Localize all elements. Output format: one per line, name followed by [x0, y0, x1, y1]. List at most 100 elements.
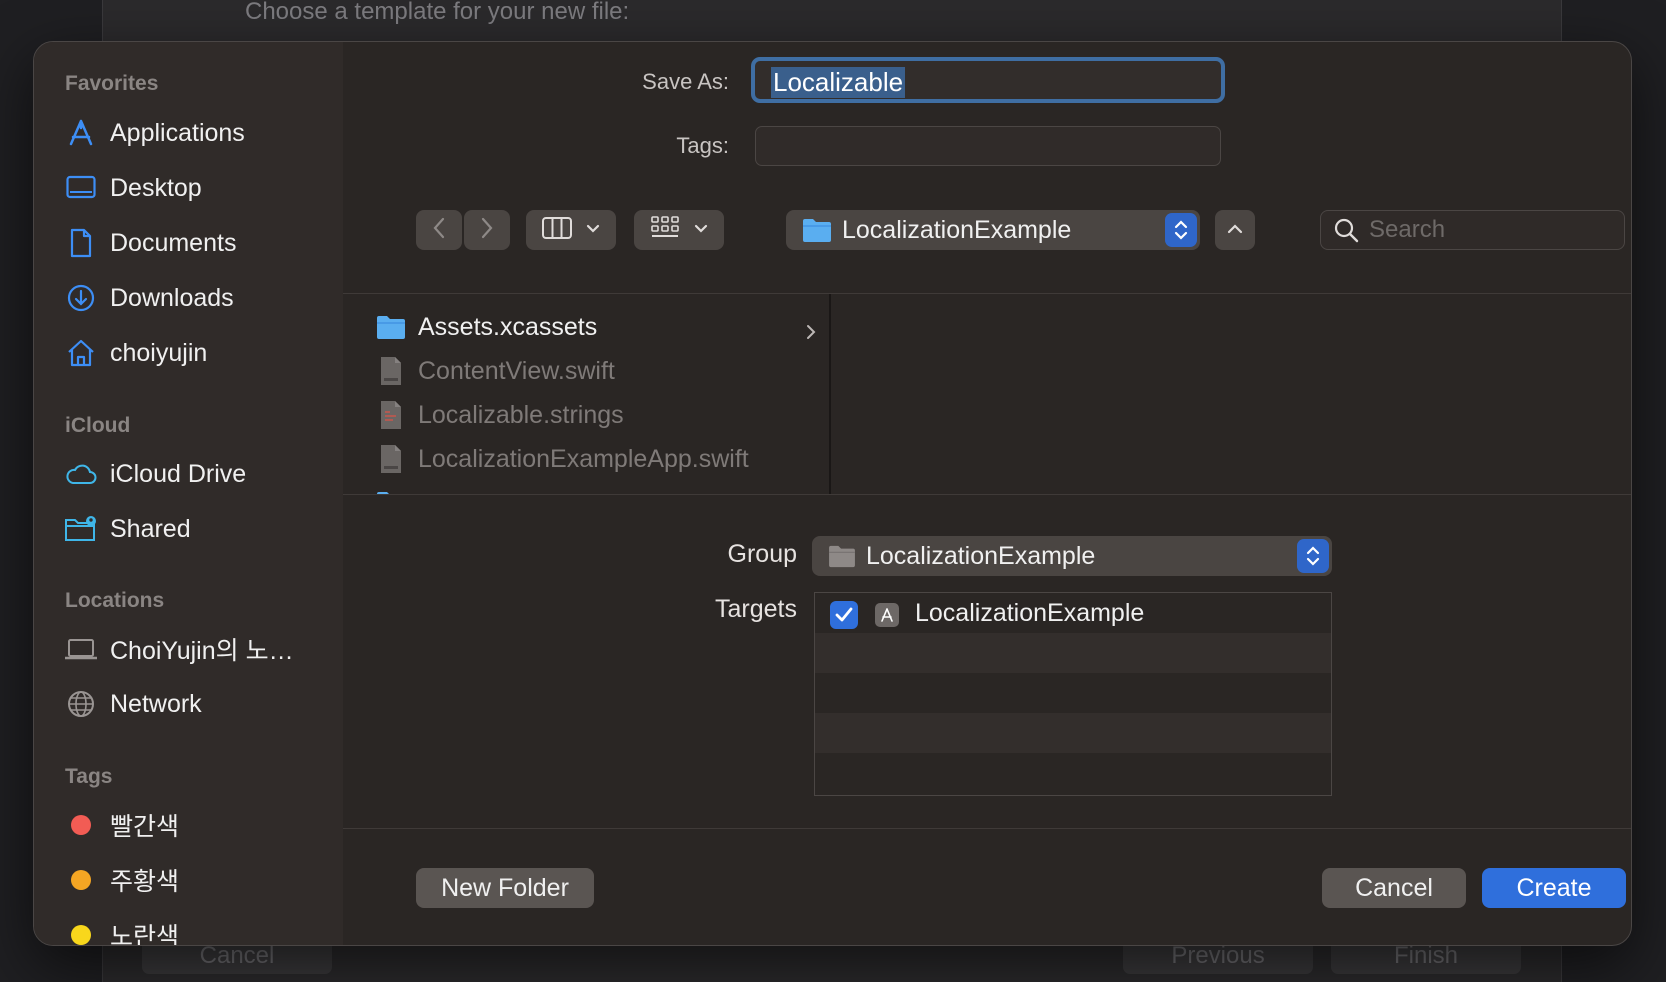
file-name: Assets.xcassets	[418, 312, 598, 341]
path-popup[interactable]: LocalizationExample	[786, 210, 1200, 250]
file-row-assets[interactable]: Assets.xcassets	[376, 307, 816, 347]
sidebar-item-label: Shared	[110, 514, 191, 543]
main-panel: Save As: Localizable Tags: LocalizationE…	[343, 42, 1631, 945]
globe-icon	[64, 687, 98, 721]
sidebar-item-documents[interactable]: Documents	[64, 223, 236, 263]
sidebar-item-network[interactable]: Network	[64, 684, 202, 724]
download-icon	[64, 281, 98, 315]
popup-stepper-icon	[1297, 539, 1329, 573]
sidebar-item-shared[interactable]: Shared	[64, 509, 191, 549]
template-chooser-title: Choose a template for your new file:	[245, 0, 630, 25]
sidebar-item-tag-yellow[interactable]: 노란색	[64, 915, 180, 946]
save-dialog: Favorites Applications Desktop Documents…	[33, 41, 1632, 946]
search-icon	[1333, 217, 1359, 243]
icloud-header: iCloud	[65, 414, 131, 437]
file-row-contentview[interactable]: ContentView.swift	[376, 351, 615, 391]
targets-list: LocalizationExample	[814, 592, 1332, 796]
sidebar-item-downloads[interactable]: Downloads	[64, 278, 234, 318]
sidebar-item-label: choiyujin	[110, 338, 208, 367]
browser-column: Assets.xcassets ContentView.swift Locali…	[343, 294, 831, 494]
swift-file-icon	[376, 355, 406, 387]
search-field[interactable]	[1320, 210, 1625, 250]
favorites-header: Favorites	[65, 72, 159, 95]
sidebar-item-label: iCloud Drive	[110, 459, 247, 488]
folder-icon	[376, 311, 406, 343]
forward-button[interactable]	[464, 210, 510, 250]
file-row-app-swift[interactable]: LocalizationExampleApp.swift	[376, 439, 749, 479]
yellow-tag-icon	[71, 925, 91, 945]
sidebar-item-label: ChoiYujin의 노…	[110, 637, 294, 665]
sidebar-item-home[interactable]: choiyujin	[64, 333, 207, 373]
file-row-partial	[376, 483, 418, 494]
create-button[interactable]: Create	[1482, 868, 1626, 908]
group-by-button[interactable]	[634, 210, 724, 250]
file-row-localizable-strings[interactable]: Localizable.strings	[376, 395, 624, 435]
sidebar-item-label: Desktop	[110, 173, 202, 202]
group-label: Group	[727, 540, 797, 568]
popup-stepper-icon	[1165, 213, 1197, 247]
sidebar-item-label: 노란색	[110, 923, 180, 946]
strings-file-icon	[376, 399, 406, 431]
disclosure-chevron-icon	[806, 318, 816, 347]
target-row-empty	[815, 713, 1331, 753]
laptop-icon	[64, 632, 98, 666]
targets-label: Targets	[715, 595, 797, 623]
sidebar-item-label: Downloads	[110, 283, 234, 312]
folder-icon	[376, 487, 406, 494]
app-target-icon	[875, 603, 899, 627]
back-button[interactable]	[416, 210, 462, 250]
expand-collapse-button[interactable]	[1215, 210, 1255, 250]
columns-icon	[542, 216, 572, 245]
group-popup[interactable]: LocalizationExample	[812, 536, 1332, 576]
shared-folder-icon	[64, 512, 98, 546]
sidebar-item-label: Network	[110, 689, 202, 718]
sidebar-item-applications[interactable]: Applications	[64, 113, 245, 153]
chevron-up-icon	[1227, 221, 1243, 239]
path-folder-name: LocalizationExample	[842, 215, 1072, 244]
sidebar-item-label: Applications	[110, 118, 245, 147]
chevron-right-icon	[480, 217, 494, 244]
chevron-left-icon	[432, 217, 446, 244]
document-icon	[64, 226, 98, 260]
sidebar-item-computer[interactable]: ChoiYujin의 노…	[64, 629, 294, 669]
sidebar-item-label: 빨간색	[110, 813, 180, 841]
save-as-label: Save As:	[642, 69, 729, 94]
orange-tag-icon	[71, 870, 91, 890]
search-input[interactable]	[1369, 216, 1589, 244]
target-row-empty	[815, 673, 1331, 713]
file-name: Localizable.strings	[418, 400, 624, 429]
sidebar-item-tag-orange[interactable]: 주황색	[64, 860, 179, 900]
target-row[interactable]: LocalizationExample	[815, 593, 1331, 633]
cancel-button[interactable]: Cancel	[1322, 868, 1466, 908]
home-icon	[64, 336, 98, 370]
tags-header: Tags	[65, 765, 113, 788]
group-value: LocalizationExample	[866, 541, 1096, 570]
sidebar-item-label: Documents	[110, 228, 237, 257]
chevron-down-icon	[586, 221, 600, 239]
file-browser: Assets.xcassets ContentView.swift Locali…	[343, 293, 1631, 495]
target-row-empty	[815, 753, 1331, 793]
red-tag-icon	[71, 815, 91, 835]
target-row-empty	[815, 633, 1331, 673]
sidebar-item-tag-red[interactable]: 빨간색	[64, 805, 179, 845]
sidebar-item-desktop[interactable]: Desktop	[64, 168, 202, 208]
file-name: ContentView.swift	[418, 356, 615, 385]
save-as-value: Localizable	[771, 67, 906, 98]
save-as-field[interactable]: Localizable	[751, 57, 1225, 103]
sidebar: Favorites Applications Desktop Documents…	[34, 42, 343, 946]
tags-field[interactable]	[755, 126, 1221, 166]
new-folder-button[interactable]: New Folder	[416, 868, 594, 908]
desktop-icon	[64, 171, 98, 205]
view-mode-button[interactable]	[526, 210, 616, 250]
tags-label: Tags:	[676, 133, 729, 158]
footer-divider	[343, 828, 1631, 829]
swift-file-icon	[376, 443, 406, 475]
sidebar-item-icloud-drive[interactable]: iCloud Drive	[64, 454, 246, 494]
target-checkbox[interactable]	[830, 601, 858, 629]
locations-header: Locations	[65, 589, 165, 612]
cloud-icon	[64, 457, 98, 491]
grid-icon	[650, 215, 680, 245]
chevron-down-icon	[694, 221, 708, 239]
target-name: LocalizationExample	[915, 599, 1145, 627]
folder-icon	[802, 217, 832, 243]
